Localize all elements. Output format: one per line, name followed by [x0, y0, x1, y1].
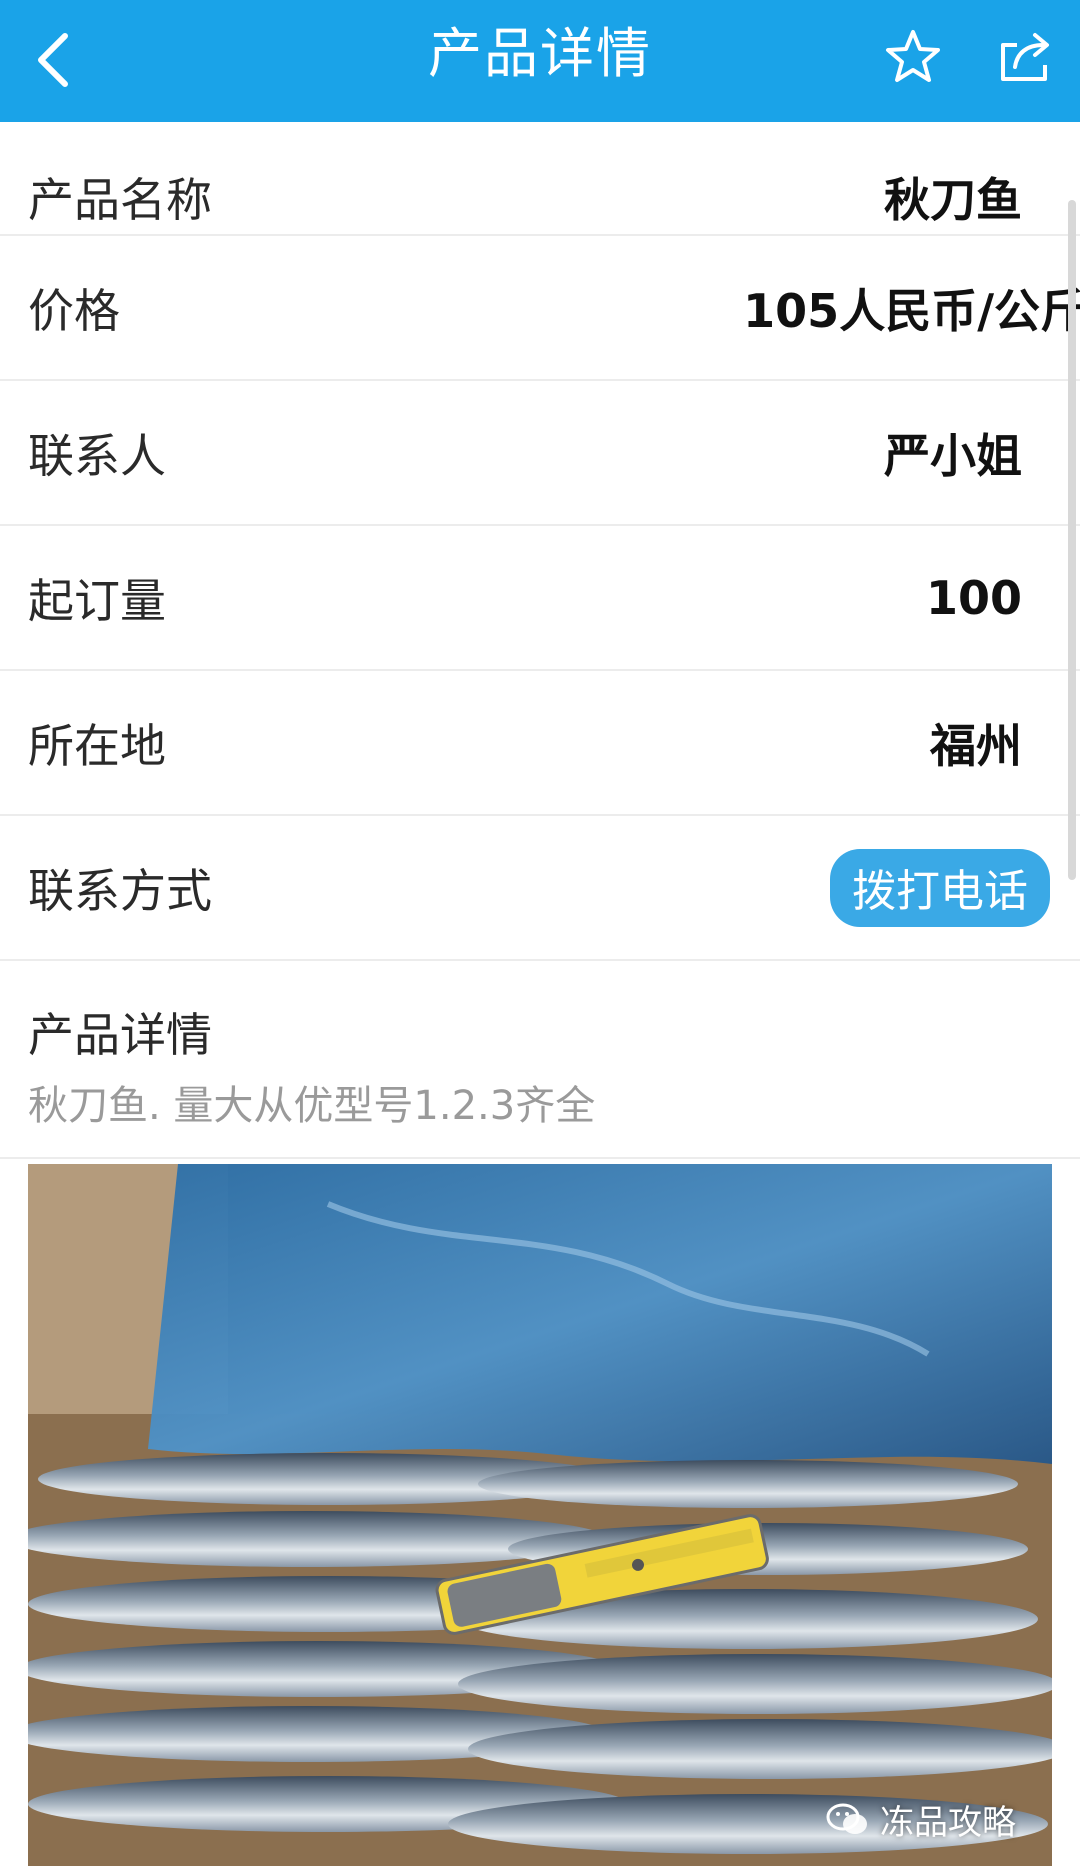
row-price: 价格 105人民币/公斤 — [0, 236, 1080, 381]
row-value: 105人民币/公斤 — [743, 283, 1080, 338]
star-icon — [886, 30, 940, 82]
product-photo[interactable]: 冻品攻略 — [28, 1164, 1052, 1866]
row-label: 价格 — [28, 283, 120, 338]
fish-box-image — [28, 1164, 1052, 1866]
product-info-list: 产品名称 秋刀鱼 价格 105人民币/公斤 联系人 严小姐 起订量 100 所在… — [0, 122, 1080, 1159]
row-contact-method: 联系方式 拨打电话 — [0, 816, 1080, 961]
wechat-icon — [826, 1803, 867, 1834]
row-product-name: 产品名称 秋刀鱼 — [0, 122, 1080, 236]
row-value: 100 — [925, 570, 1022, 625]
row-contact-person: 联系人 严小姐 — [0, 381, 1080, 526]
row-label: 所在地 — [28, 718, 166, 773]
share-button[interactable] — [990, 22, 1060, 92]
product-detail-section: 产品详情 秋刀鱼. 量大从优型号1.2.3齐全 — [0, 961, 1080, 1159]
detail-description: 秋刀鱼. 量大从优型号1.2.3齐全 — [28, 1083, 596, 1129]
watermark-text: 冻品攻略 — [880, 1803, 1016, 1843]
top-app-bar: 产品详情 — [0, 0, 1080, 122]
row-value: 秋刀鱼 — [884, 173, 1022, 227]
row-label: 联系人 — [28, 428, 166, 483]
row-min-order: 起订量 100 — [0, 526, 1080, 671]
watermark: 冻品攻略 — [826, 1795, 1016, 1844]
call-button[interactable]: 拨打电话 — [830, 848, 1050, 927]
row-label: 起订量 — [28, 573, 166, 628]
row-label: 产品名称 — [28, 173, 212, 227]
share-icon — [1001, 33, 1049, 81]
favorite-button[interactable] — [878, 22, 948, 92]
row-value: 严小姐 — [884, 428, 1022, 483]
row-location: 所在地 福州 — [0, 671, 1080, 816]
scrollbar[interactable] — [1068, 200, 1076, 880]
row-value: 福州 — [930, 718, 1022, 773]
detail-heading: 产品详情 — [28, 1008, 212, 1062]
row-label: 联系方式 — [28, 863, 212, 918]
